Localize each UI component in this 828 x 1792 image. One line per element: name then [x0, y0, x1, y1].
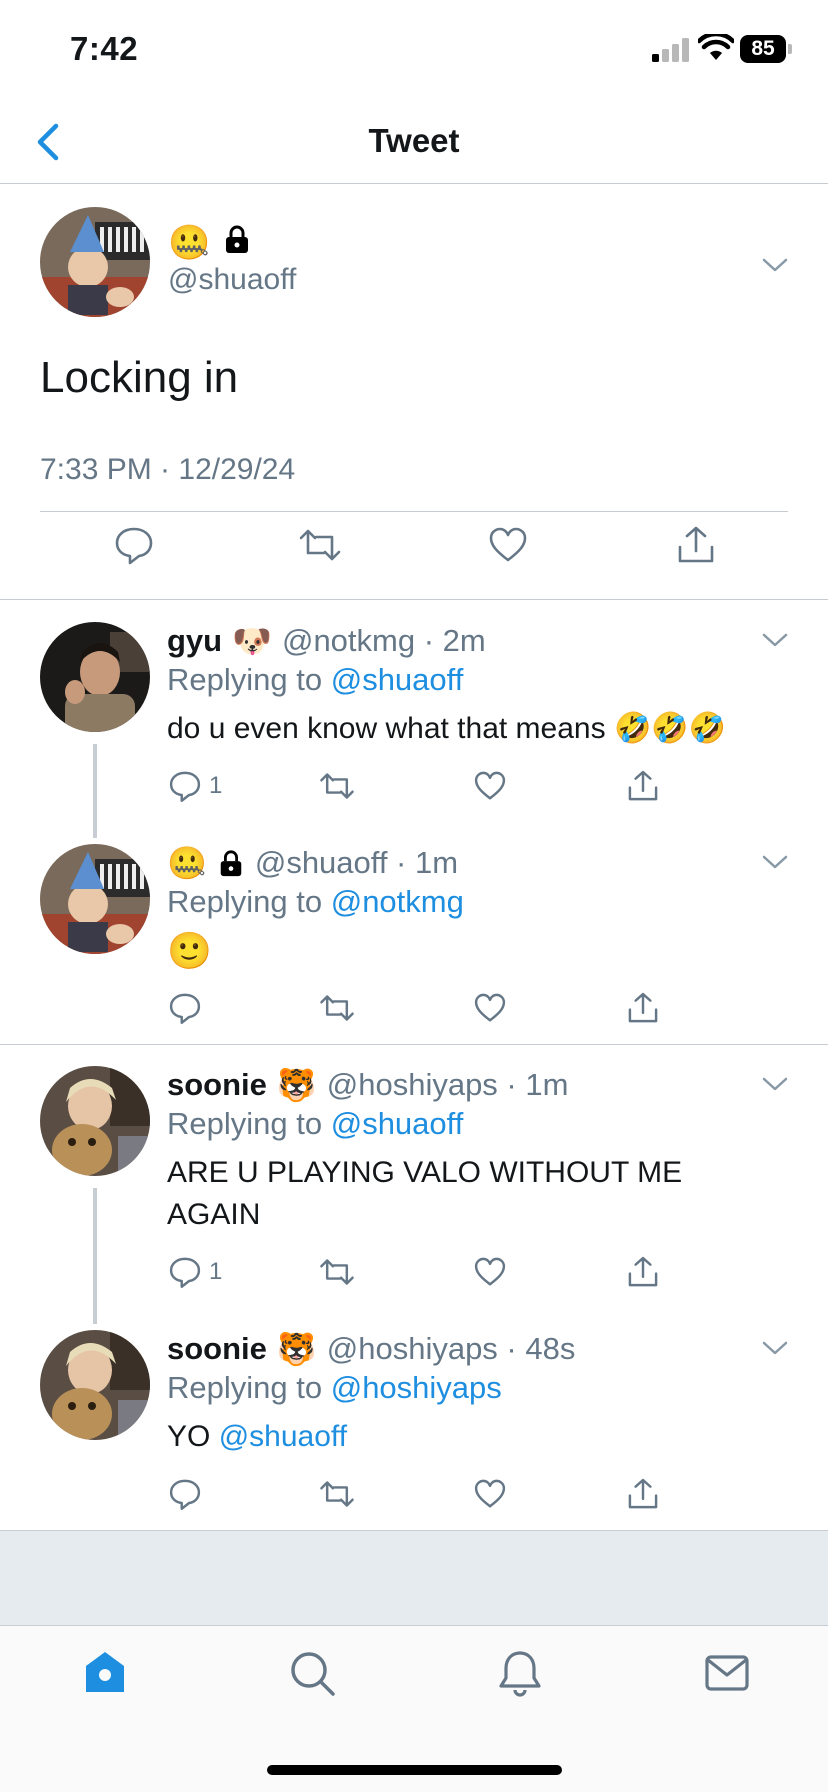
reply-count: 1: [209, 772, 223, 799]
mention-link[interactable]: @hoshiyaps: [331, 1370, 502, 1405]
reply-count: 1: [209, 1258, 223, 1285]
display-name-emojis: 🤐: [168, 223, 252, 263]
reply-icon[interactable]: [167, 990, 203, 1026]
like-heart-icon[interactable]: [486, 523, 530, 567]
mention-link[interactable]: @notkmg: [331, 884, 464, 919]
notifications-icon[interactable]: [495, 1648, 545, 1698]
chevron-down-icon[interactable]: [760, 255, 790, 275]
reply-tweet[interactable]: 🤐 @shuaoff · 1m Replying to @notkmg 🙂: [0, 822, 828, 1044]
wifi-icon: [698, 34, 734, 60]
avatar[interactable]: [40, 207, 150, 317]
reply-text-prefix: YO: [167, 1420, 211, 1453]
replying-prefix: Replying to: [167, 1370, 323, 1405]
mention-link[interactable]: @shuaoff: [219, 1420, 347, 1453]
replying-to: Replying to @shuaoff: [167, 662, 463, 698]
reply-text: YO @shuaoff: [167, 1416, 787, 1458]
retweet-icon[interactable]: [319, 990, 355, 1026]
battery-cap: [788, 44, 792, 54]
chevron-down-icon[interactable]: [760, 1074, 790, 1094]
reply-header: soonie 🐯 @hoshiyaps · 1m: [167, 1066, 568, 1104]
chevron-down-icon[interactable]: [760, 852, 790, 872]
tiger-emoji: 🐯: [276, 1331, 317, 1367]
reply-icon[interactable]: 1: [167, 1254, 222, 1290]
battery-level: 85: [740, 35, 786, 63]
replying-to: Replying to @hoshiyaps: [167, 1370, 502, 1406]
home-icon[interactable]: [80, 1648, 130, 1698]
display-name[interactable]: soonie: [167, 1067, 267, 1103]
lock-icon: [222, 224, 252, 263]
zipper-mouth-emoji: 🤐: [167, 845, 207, 881]
reply-text: ARE U PLAYING VALO WITHOUT ME AGAIN: [167, 1156, 683, 1231]
tiger-emoji: 🐯: [276, 1067, 317, 1103]
divider: [40, 511, 788, 512]
reply-icon[interactable]: 1: [167, 768, 222, 804]
replying-to: Replying to @notkmg: [167, 884, 464, 920]
thread-line: [93, 1188, 97, 1324]
reply-actions: [167, 990, 687, 1034]
chevron-down-icon[interactable]: [760, 630, 790, 650]
display-name[interactable]: soonie: [167, 1331, 267, 1367]
retweet-icon[interactable]: [319, 768, 355, 804]
page-title: Tweet: [368, 122, 460, 159]
replying-to: Replying to @shuaoff: [167, 1106, 463, 1142]
reply-icon[interactable]: [167, 1476, 203, 1512]
reply-text: 🙂: [167, 930, 212, 971]
share-icon[interactable]: [625, 768, 661, 804]
reply-actions: 1: [167, 1254, 687, 1298]
avatar[interactable]: [40, 1330, 150, 1440]
replying-prefix: Replying to: [167, 662, 323, 697]
nav-header: Tweet: [0, 100, 828, 184]
handle-time: @shuaoff · 1m: [254, 845, 459, 880]
reply-header: gyu 🐶 @notkmg · 2m: [167, 622, 486, 660]
empty-area: [0, 1530, 828, 1625]
display-name[interactable]: gyu: [167, 623, 222, 659]
share-icon[interactable]: [674, 523, 718, 567]
reply-actions: 1: [167, 768, 687, 812]
lock-icon: [217, 849, 245, 877]
like-heart-icon[interactable]: [472, 1476, 508, 1512]
signal-icon: [652, 38, 689, 62]
home-indicator[interactable]: [267, 1765, 562, 1775]
reply-icon[interactable]: [112, 523, 156, 567]
replying-prefix: Replying to: [167, 884, 323, 919]
tweet-actions: [0, 523, 828, 583]
retweet-icon[interactable]: [298, 523, 342, 567]
replying-prefix: Replying to: [167, 1106, 323, 1141]
handle-time: @notkmg · 2m: [281, 623, 486, 658]
battery-icon: 85: [740, 35, 792, 63]
share-icon[interactable]: [625, 1476, 661, 1512]
chevron-down-icon[interactable]: [760, 1338, 790, 1358]
handle-time: @hoshiyaps · 48s: [326, 1331, 576, 1366]
share-icon[interactable]: [625, 990, 661, 1026]
reply-tweet[interactable]: soonie 🐯 @hoshiyaps · 1m Replying to @sh…: [0, 1044, 828, 1308]
retweet-icon[interactable]: [319, 1254, 355, 1290]
user-handle[interactable]: @shuaoff: [168, 263, 296, 297]
avatar[interactable]: [40, 622, 150, 732]
reply-header: soonie 🐯 @hoshiyaps · 48s: [167, 1330, 575, 1368]
like-heart-icon[interactable]: [472, 990, 508, 1026]
tweet-timestamp: 7:33 PM · 12/29/24: [40, 453, 296, 486]
like-heart-icon[interactable]: [472, 768, 508, 804]
avatar[interactable]: [40, 1066, 150, 1176]
reply-tweet[interactable]: gyu 🐶 @notkmg · 2m Replying to @shuaoff …: [0, 600, 828, 822]
search-icon[interactable]: [287, 1648, 337, 1698]
reply-actions: [167, 1476, 687, 1520]
reply-text: do u even know what that means 🤣🤣🤣: [167, 712, 726, 745]
status-bar: 7:42 85: [0, 0, 828, 100]
mention-link[interactable]: @shuaoff: [331, 1106, 464, 1141]
reply-tweet[interactable]: soonie 🐯 @hoshiyaps · 48s Replying to @h…: [0, 1308, 828, 1530]
status-time: 7:42: [70, 30, 139, 67]
like-heart-icon[interactable]: [472, 1254, 508, 1290]
messages-icon[interactable]: [702, 1648, 752, 1698]
mention-link[interactable]: @shuaoff: [331, 662, 464, 697]
reply-header: 🤐 @shuaoff · 1m: [167, 844, 458, 882]
dog-emoji: 🐶: [232, 623, 272, 659]
main-tweet: 🤐 @shuaoff Locking in 7:33 PM · 12/29/24: [0, 185, 828, 600]
retweet-icon[interactable]: [319, 1476, 355, 1512]
handle-time: @hoshiyaps · 1m: [326, 1067, 569, 1102]
share-icon[interactable]: [625, 1254, 661, 1290]
tweet-text: Locking in: [40, 353, 239, 402]
avatar[interactable]: [40, 844, 150, 954]
zipper-mouth-emoji: 🤐: [168, 224, 211, 262]
